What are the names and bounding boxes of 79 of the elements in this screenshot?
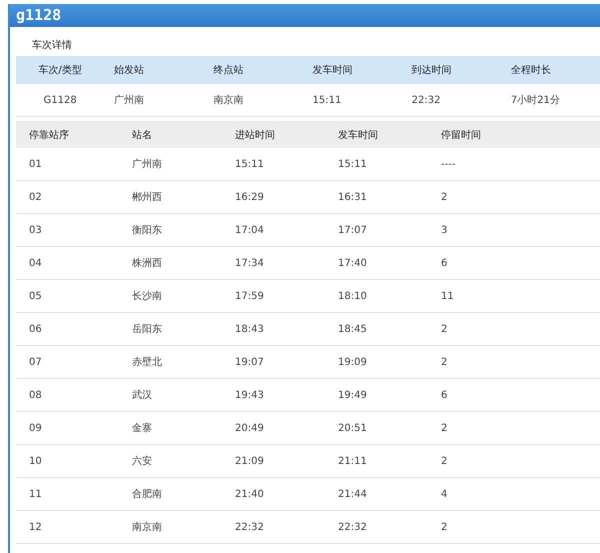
table-cell: 21:11 (338, 456, 367, 466)
column-header: 进站时间 (235, 130, 275, 140)
table-cell: 04 (29, 258, 42, 268)
table-cell: 22:32 (412, 94, 440, 106)
table-cell: 合肥南 (132, 489, 162, 500)
table-cell: 01 (29, 158, 42, 170)
table-cell: 南京南 (213, 95, 244, 106)
table-cell: 3 (441, 224, 448, 236)
table-cell: 07 (29, 356, 42, 368)
section-title: 车次详情 (32, 38, 72, 52)
table-cell: 02 (29, 192, 42, 202)
column-header: 全程时长 (510, 65, 551, 76)
table-cell: 2 (441, 192, 448, 202)
table-cell: 15:11 (312, 94, 342, 106)
table-cell: 22:32 (235, 522, 264, 532)
table-cell: 12 (29, 522, 42, 532)
table-cell: 05 (29, 290, 42, 302)
table-cell: G1128 (44, 94, 77, 106)
table-cell: 广州南 (132, 159, 162, 170)
table-cell: 19:09 (338, 356, 367, 368)
table-cell: 株洲西 (132, 258, 162, 269)
table-cell: 21:09 (235, 456, 264, 466)
column-header: 站名 (132, 130, 152, 140)
column-header: 到达时间 (412, 65, 452, 76)
table-cell: 武汉 (132, 390, 152, 401)
table-cell: 2 (441, 422, 448, 434)
column-header: 终点站 (213, 65, 244, 76)
table-cell: 17:34 (235, 258, 264, 268)
column-header: 发车时间 (338, 130, 378, 140)
table-cell: 15:11 (235, 158, 264, 170)
table-cell: 17:04 (235, 224, 264, 236)
table-cell: 郴州西 (132, 192, 162, 203)
table-cell: 21:40 (235, 488, 264, 500)
table-cell: 4 (441, 488, 448, 500)
table-cell: 长沙南 (132, 291, 162, 302)
table-cell: 广州南 (114, 95, 144, 106)
table-cell: 06 (29, 324, 42, 334)
column-header: 车次/类型 (38, 65, 82, 76)
table-cell: 18:43 (235, 324, 264, 334)
table-cell: 岳阳东 (132, 324, 162, 335)
table-cell: 7小时21分 (510, 95, 560, 106)
table-cell: 10 (29, 456, 42, 466)
table-cell: 16:29 (235, 192, 264, 202)
table-cell: 南京南 (132, 522, 162, 533)
window-title: g1128 (10, 4, 600, 27)
table-cell: 19:49 (338, 390, 367, 400)
column-header: 停靠站序 (29, 130, 69, 140)
table-cell: 08 (29, 390, 42, 400)
table-cell: 2 (441, 324, 448, 334)
table-cell: 15:11 (338, 158, 367, 170)
table-cell: 20:49 (235, 422, 264, 434)
table-cell: 03 (29, 224, 42, 236)
table-cell: ---- (441, 158, 456, 170)
table-cell: 19:07 (235, 356, 264, 368)
table-cell: 21:44 (338, 488, 367, 500)
table-cell: 09 (29, 422, 42, 434)
table-cell: 18:45 (338, 324, 367, 334)
column-header: 停留时间 (441, 130, 481, 140)
table-cell: 6 (441, 390, 448, 400)
table-cell: 2 (441, 522, 448, 532)
table-cell: 金寨 (132, 423, 152, 434)
table-cell: 19:43 (235, 390, 264, 400)
table-cell: 17:59 (235, 290, 264, 302)
table-cell: 16:31 (338, 192, 367, 202)
table-cell: 衡阳东 (132, 225, 162, 236)
table-cell: 2 (441, 456, 448, 466)
table-cell: 11 (29, 488, 42, 500)
table-cell: 赤壁北 (132, 357, 162, 368)
table-cell: 11 (441, 290, 454, 302)
table-cell: 六安 (132, 456, 152, 467)
column-header: 发车时间 (312, 65, 353, 76)
table-cell: 6 (441, 258, 448, 268)
table-cell: 20:51 (338, 422, 367, 434)
table-cell: 2 (441, 356, 448, 368)
table-cell: 18:10 (338, 290, 367, 302)
table-cell: 22:32 (338, 522, 367, 532)
column-header: 始发站 (114, 65, 144, 76)
table-cell: 17:07 (338, 224, 367, 236)
table-cell: 17:40 (338, 258, 367, 268)
